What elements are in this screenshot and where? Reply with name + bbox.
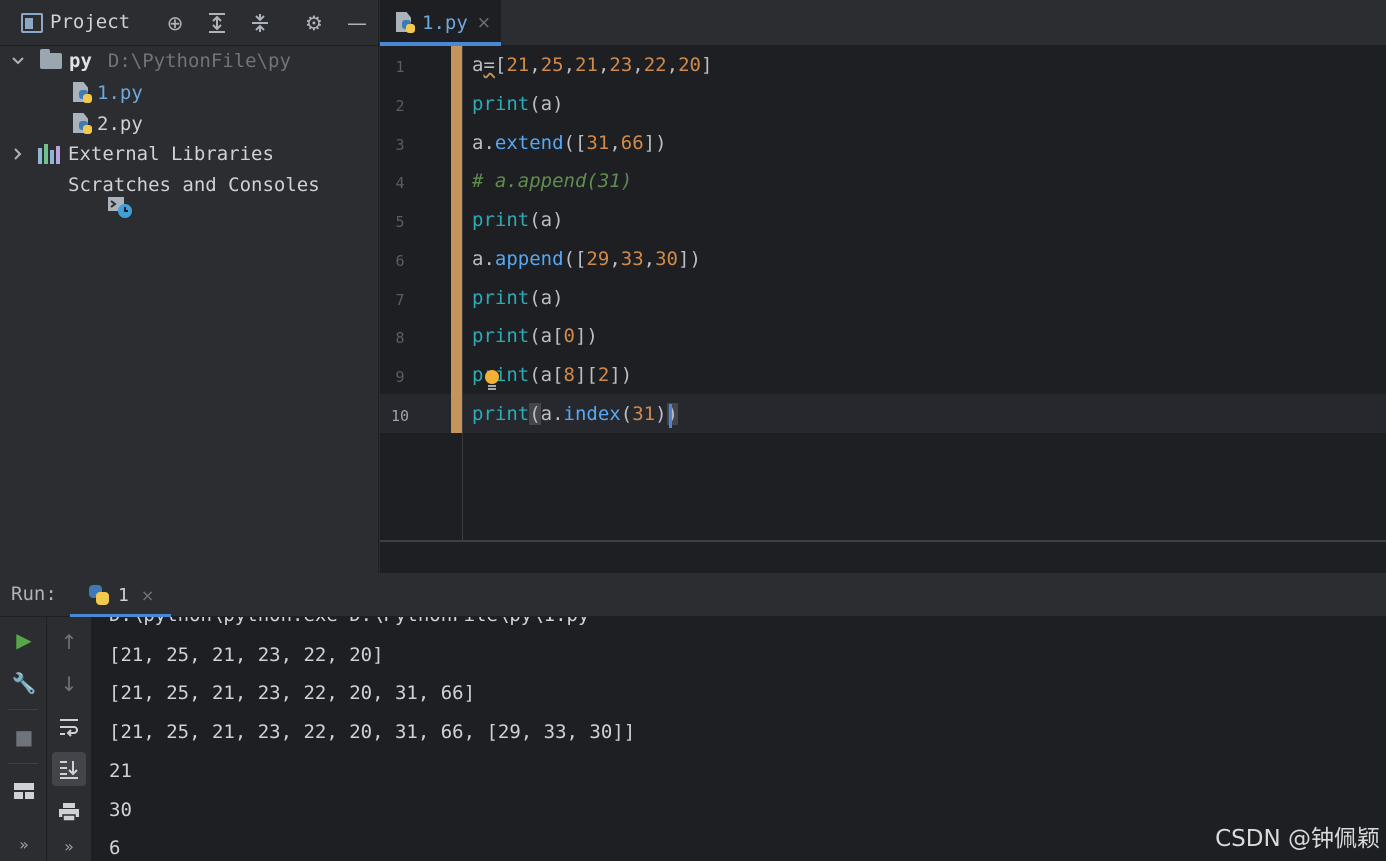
run-toolbar-secondary: ↑ ↓ » [47, 617, 92, 861]
editor-tab-bar: 1.py × [380, 0, 1386, 46]
python-file-icon [71, 113, 93, 135]
root-folder-path: D:\PythonFile\py [107, 50, 291, 72]
arrow-down-icon[interactable]: ↓ [52, 667, 86, 701]
hide-panel-icon[interactable]: — [343, 9, 371, 37]
run-tool-window: Run: 1 × ▶ 🔧 ■ » ↑ ↓ » D:\python [0, 573, 1386, 861]
python-file-icon [71, 82, 93, 104]
line-number: 5 [395, 213, 405, 231]
project-window-icon [21, 13, 43, 33]
editor-tab-label: 1.py [422, 12, 468, 34]
more-icon[interactable]: » [52, 829, 86, 861]
soft-wrap-icon[interactable] [52, 710, 86, 744]
text-caret [669, 404, 672, 428]
code-line[interactable]: a.append([29,33,30]) [472, 248, 701, 270]
console-line: [21, 25, 21, 23, 22, 20, 31, 66, [29, 33… [109, 721, 636, 743]
console-line: 30 [109, 799, 132, 821]
chevron-right-icon[interactable] [10, 146, 26, 162]
chevron-down-icon[interactable] [10, 53, 26, 69]
file-name: 2.py [97, 113, 143, 135]
run-header: Run: 1 × [0, 573, 1386, 617]
code-line[interactable]: # a.append(31) [472, 170, 632, 192]
code-line[interactable]: print(a) [472, 287, 564, 309]
close-icon[interactable]: × [141, 586, 154, 605]
run-toolbar-primary: ▶ 🔧 ■ » [0, 617, 47, 861]
line-number: 10 [390, 407, 410, 425]
tree-item-file[interactable]: 1.py [71, 78, 143, 108]
editor-bottom-area [380, 540, 1386, 573]
tree-item-file[interactable]: 2.py [71, 109, 143, 139]
locate-file-icon[interactable]: ⊕ [161, 9, 189, 37]
layout-icon[interactable] [7, 774, 41, 808]
line-number: 2 [395, 97, 405, 115]
line-number: 8 [395, 329, 405, 347]
editor-tab-1py[interactable]: 1.py × [380, 0, 501, 46]
scratches-label: Scratches and Consoles [68, 174, 320, 196]
project-tool-window: Project ⊕ ⚙ — py D:\PythonFile\py 1.py 2… [0, 0, 379, 573]
run-tab-1[interactable]: 1 × [70, 573, 171, 617]
console-output[interactable]: D:\python\python.exe D:\PythonFile\py\1.… [109, 617, 1379, 861]
change-marker [451, 46, 462, 433]
watermark: CSDN @钟佩颖 [1215, 826, 1380, 852]
console-line: 6 [109, 837, 121, 859]
editor: 1.py × 1 2 3 4 5 6 7 8 9 10 a=[21,25,21,… [380, 0, 1386, 573]
project-header: Project ⊕ ⚙ — [0, 0, 379, 46]
line-number: 6 [395, 252, 405, 270]
console-line: 21 [109, 760, 132, 782]
more-icon[interactable]: » [7, 827, 41, 861]
code-line[interactable]: print(a[0]) [472, 325, 598, 347]
toolbar-divider [8, 709, 38, 710]
console-line: [21, 25, 21, 23, 22, 20] [109, 644, 384, 666]
collapse-all-icon[interactable] [246, 9, 274, 37]
python-icon [88, 584, 110, 606]
tree-item-scratches[interactable]: Scratches and Consoles [38, 170, 320, 218]
gutter-separator [462, 46, 463, 540]
console-line: D:\python\python.exe D:\PythonFile\py\1.… [109, 617, 589, 626]
root-folder-name: py [69, 50, 92, 72]
tree-item-root-folder[interactable]: py D:\PythonFile\py [10, 46, 291, 76]
folder-icon [40, 49, 62, 69]
code-line[interactable]: a=[21,25,21,23,22,20] [472, 54, 712, 76]
print-icon[interactable] [52, 795, 86, 829]
tree-item-external-libraries[interactable]: External Libraries [10, 139, 274, 169]
scroll-to-end-icon[interactable] [52, 752, 86, 786]
toolbar-divider [8, 763, 38, 764]
console-line: [21, 25, 21, 23, 22, 20, 31, 66] [109, 682, 476, 704]
python-file-icon [394, 12, 416, 34]
line-number: 7 [395, 291, 405, 309]
scratches-icon [38, 173, 132, 218]
code-line[interactable]: print(a) [472, 93, 564, 115]
code-line[interactable]: a.extend([31,66]) [472, 132, 667, 154]
expand-all-icon[interactable] [203, 9, 231, 37]
arrow-up-icon[interactable]: ↑ [52, 625, 86, 659]
code-line[interactable]: print(a.index(31)) [472, 403, 678, 425]
stop-icon[interactable]: ■ [7, 720, 41, 754]
line-number: 3 [395, 136, 405, 154]
code-editor[interactable]: 1 2 3 4 5 6 7 8 9 10 a=[21,25,21,23,22,2… [380, 46, 1386, 540]
close-icon[interactable]: × [477, 13, 491, 33]
wrench-icon[interactable]: 🔧 [7, 666, 41, 700]
code-line[interactable]: print(a) [472, 209, 564, 231]
external-libraries-label: External Libraries [68, 143, 274, 165]
line-number: 4 [395, 174, 405, 192]
settings-gear-icon[interactable]: ⚙ [300, 9, 328, 37]
library-icon [38, 144, 62, 164]
line-number: 9 [395, 368, 405, 386]
file-name: 1.py [97, 82, 143, 104]
run-title: Run: [11, 583, 57, 605]
run-tab-label: 1 [118, 584, 129, 606]
line-number: 1 [395, 58, 405, 76]
rerun-play-icon[interactable]: ▶ [7, 623, 41, 657]
lightbulb-icon[interactable] [484, 370, 500, 392]
project-title[interactable]: Project [50, 11, 130, 33]
